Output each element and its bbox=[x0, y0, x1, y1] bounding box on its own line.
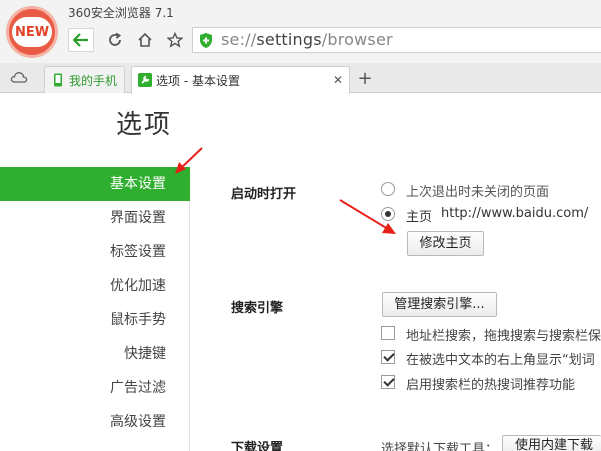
home-button[interactable] bbox=[132, 28, 158, 52]
sidebar-item-interface[interactable]: 界面设置 bbox=[0, 201, 190, 235]
search-section-label: 搜索引擎 bbox=[231, 301, 284, 316]
change-homepage-button[interactable]: 修改主页 bbox=[407, 231, 484, 256]
tab-my-phone[interactable]: 我的手机 bbox=[44, 66, 125, 93]
refresh-button[interactable] bbox=[102, 28, 128, 52]
checkbox-addressbar-search[interactable] bbox=[381, 326, 395, 340]
settings-sidebar: 基本设置 界面设置 标签设置 优化加速 鼠标手势 快捷键 广告过滤 高级设置 bbox=[0, 165, 190, 451]
tab-label: 选项 - 基本设置 bbox=[156, 74, 240, 88]
checkbox-selection-search-label: 在被选中文本的右上角显示“划词 bbox=[406, 353, 595, 368]
download-tool-label: 选择默认下载工具： bbox=[381, 442, 499, 451]
browser-toolbar: NEW 360安全浏览器 7.1 se://settings/browser bbox=[0, 0, 601, 63]
sidebar-item-advanced[interactable]: 高级设置 bbox=[0, 405, 190, 439]
download-section-label: 下载设置 bbox=[231, 441, 284, 451]
checkbox-selection-search[interactable] bbox=[381, 350, 395, 364]
option-last-session-label: 上次退出时未关闭的页面 bbox=[406, 185, 550, 200]
logo-new-badge: NEW bbox=[12, 17, 52, 47]
new-tab-button[interactable]: + bbox=[354, 68, 376, 90]
sidebar-item-tabs[interactable]: 标签设置 bbox=[0, 235, 190, 269]
home-icon bbox=[138, 32, 152, 47]
address-scheme: se:// bbox=[221, 30, 257, 49]
browser-logo[interactable]: NEW bbox=[6, 6, 58, 58]
wrench-icon bbox=[138, 73, 152, 87]
sidebar-item-optimize[interactable]: 优化加速 bbox=[0, 269, 190, 303]
page-title: 选项 bbox=[116, 110, 173, 140]
back-button[interactable] bbox=[68, 28, 94, 52]
startup-section-label: 启动时打开 bbox=[231, 187, 297, 202]
phone-icon bbox=[54, 73, 62, 87]
tab-settings[interactable]: 选项 - 基本设置 ✕ bbox=[131, 66, 350, 94]
radio-last-session[interactable] bbox=[381, 182, 395, 196]
refresh-icon bbox=[109, 32, 122, 46]
sidebar-item-basic[interactable]: 基本设置 bbox=[0, 167, 190, 201]
option-homepage-label: 主页 bbox=[406, 210, 433, 225]
security-shield-icon bbox=[200, 33, 212, 48]
sidebar-item-mouse-gestures[interactable]: 鼠标手势 bbox=[0, 303, 190, 337]
star-icon bbox=[167, 32, 183, 48]
window-title: 360安全浏览器 7.1 bbox=[68, 6, 174, 20]
address-path: /browser bbox=[321, 30, 393, 49]
download-tool-select[interactable]: 使用内建下载 bbox=[502, 435, 601, 451]
back-arrow-icon bbox=[73, 33, 88, 47]
address-bar[interactable]: se://settings/browser bbox=[192, 27, 601, 53]
annotation-arrow-homepage bbox=[339, 199, 396, 234]
address-host: settings bbox=[256, 30, 322, 49]
checkbox-addressbar-search-label: 地址栏搜索，拖拽搜索与搜索栏保 bbox=[406, 329, 601, 344]
close-icon[interactable]: ✕ bbox=[333, 73, 343, 87]
sidebar-item-shortcuts[interactable]: 快捷键 bbox=[0, 337, 190, 371]
tab-label: 我的手机 bbox=[69, 74, 118, 88]
address-text: se://settings/browser bbox=[221, 30, 393, 49]
checkbox-hot-words[interactable] bbox=[381, 375, 395, 389]
sidebar-item-adblock[interactable]: 广告过滤 bbox=[0, 371, 190, 405]
homepage-url: http://www.baidu.com/ bbox=[441, 206, 589, 221]
annotation-arrow-sidebar bbox=[175, 147, 203, 174]
manage-search-engines-button[interactable]: 管理搜索引擎... bbox=[382, 292, 497, 317]
tab-strip: 我的手机 选项 - 基本设置 ✕ + bbox=[0, 63, 601, 94]
checkbox-hot-words-label: 启用搜索栏的热搜词推荐功能 bbox=[406, 378, 576, 393]
favorite-button[interactable] bbox=[162, 28, 188, 52]
cloud-icon[interactable] bbox=[10, 70, 28, 84]
